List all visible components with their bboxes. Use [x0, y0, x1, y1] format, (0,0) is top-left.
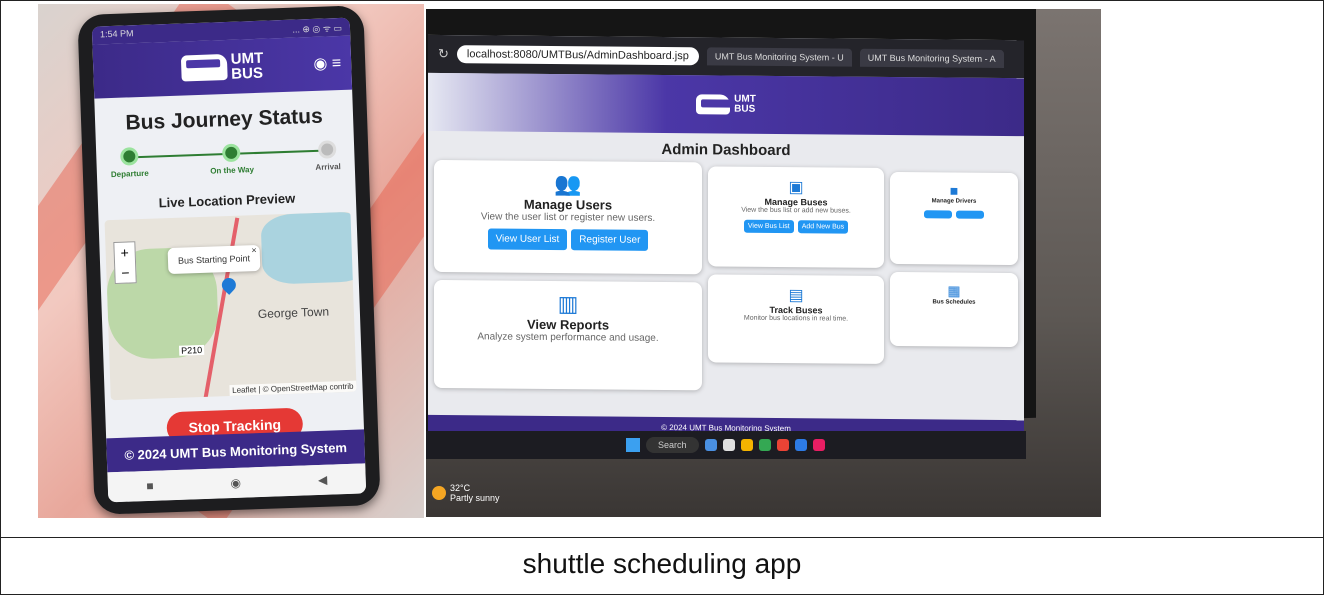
- taskbar-app-icon[interactable]: [794, 439, 807, 451]
- logo-text-bus: BUS: [230, 64, 264, 83]
- view-bus-list-button[interactable]: View Bus List: [743, 219, 794, 234]
- map-place-label: George Town: [257, 304, 330, 322]
- umt-bus-logo: UMT BUS: [696, 94, 756, 115]
- sun-icon: [432, 486, 446, 500]
- taskbar-app-icon[interactable]: [722, 439, 735, 451]
- dashboard-cards: 👥 Manage Users View the user list or reg…: [428, 159, 1024, 395]
- account-menu-icons[interactable]: ◉ ≡: [313, 53, 341, 74]
- home-icon[interactable]: ◉: [230, 476, 241, 490]
- live-location-map[interactable]: + − Bus Starting Point × George Town P21…: [104, 211, 357, 401]
- card-manage-drivers[interactable]: ■ Manage Drivers: [890, 171, 1018, 266]
- figure-caption: shuttle scheduling app: [522, 548, 802, 579]
- laptop-bezel: ↻ localhost:8080/UMTBus/AdminDashboard.j…: [426, 9, 1036, 441]
- arrival-icon: [318, 140, 337, 159]
- status-icons: ... ⊕ ◎ ᯤ ▭: [292, 22, 343, 35]
- admin-dashboard-title: Admin Dashboard: [661, 140, 791, 160]
- phone-device: 1:54 PM ... ⊕ ◎ ᯤ ▭ UMT BUS ◉ ≡ Bus Jour…: [77, 5, 381, 515]
- taskbar-search[interactable]: Search: [646, 437, 699, 453]
- view-user-list-button[interactable]: View User List: [487, 228, 568, 251]
- map-attribution[interactable]: Leaflet | © OpenStreetMap contrib: [228, 380, 357, 397]
- popup-text: Bus Starting Point: [177, 253, 251, 266]
- card-description: Monitor bus locations in real time.: [743, 314, 849, 323]
- step-label: Arrival: [315, 162, 341, 172]
- caption-divider: [1, 537, 1323, 538]
- windows-taskbar: Search: [426, 431, 1026, 459]
- card-manage-users[interactable]: 👥 Manage Users View the user list or reg…: [434, 159, 702, 275]
- laptop-screen: ↻ localhost:8080/UMTBus/AdminDashboard.j…: [428, 34, 1024, 441]
- phone-photo: 1:54 PM ... ⊕ ◎ ᯤ ▭ UMT BUS ◉ ≡ Bus Jour…: [38, 4, 424, 518]
- back-icon[interactable]: ◀: [318, 473, 328, 487]
- driver-icon: ■: [949, 182, 959, 199]
- card-action-button[interactable]: [956, 210, 984, 219]
- report-icon: ▥: [557, 291, 579, 317]
- bus-logo-icon: [696, 94, 731, 115]
- zoom-out-button[interactable]: −: [115, 262, 136, 283]
- recent-apps-icon[interactable]: ■: [146, 479, 154, 493]
- dashboard-header: UMT BUS: [428, 72, 1024, 137]
- journey-status-title: Bus Journey Status: [125, 104, 324, 135]
- step-arrival: Arrival: [315, 140, 341, 172]
- taskbar-app-icon[interactable]: [740, 439, 753, 451]
- reload-icon[interactable]: ↻: [438, 46, 449, 62]
- card-buttons: [890, 210, 1018, 219]
- step-departure: Departure: [110, 147, 149, 179]
- card-buttons: View User List Register User: [434, 228, 702, 251]
- card-title: Manage Drivers: [931, 198, 977, 205]
- bus-icon: [222, 143, 241, 163]
- browser-toolbar: ↻ localhost:8080/UMTBus/AdminDashboard.j…: [428, 34, 1024, 79]
- windows-start-icon[interactable]: [626, 438, 640, 452]
- weather-widget[interactable]: 32°C Partly sunny: [432, 483, 500, 503]
- card-track-buses[interactable]: ▤ Track Buses Monitor bus locations in r…: [708, 274, 884, 364]
- zoom-in-button[interactable]: +: [114, 242, 135, 263]
- weather-description: Partly sunny: [450, 493, 500, 503]
- card-buttons: View Bus List Add New Bus: [708, 219, 884, 234]
- umt-bus-logo: UMT BUS: [180, 50, 264, 84]
- browser-tab[interactable]: UMT Bus Monitoring System - A: [859, 48, 1004, 68]
- taskbar-app-icon[interactable]: [758, 439, 771, 451]
- card-manage-buses[interactable]: ▣ Manage Buses View the bus list or add …: [708, 166, 884, 268]
- taskbar-app-icon[interactable]: [704, 439, 717, 451]
- add-new-bus-button[interactable]: Add New Bus: [797, 220, 849, 234]
- map-water-area: [260, 211, 357, 285]
- status-time: 1:54 PM: [99, 28, 134, 40]
- live-location-title: Live Location Preview: [158, 190, 296, 211]
- step-label: Departure: [110, 168, 149, 180]
- bus-logo-icon: [180, 53, 228, 82]
- map-road-label: P210: [178, 344, 205, 356]
- laptop-photo: ↻ localhost:8080/UMTBus/AdminDashboard.j…: [426, 9, 1101, 517]
- weather-temperature: 32°C: [450, 483, 471, 493]
- card-description: View the user list or register new users…: [480, 211, 656, 224]
- users-icon: 👥: [554, 171, 582, 197]
- browser-tab[interactable]: UMT Bus Monitoring System - U: [706, 47, 852, 67]
- taskbar-app-icon[interactable]: [812, 439, 825, 451]
- map-icon: ▤: [788, 287, 804, 305]
- phone-screen: 1:54 PM ... ⊕ ◎ ᯤ ▭ UMT BUS ◉ ≡ Bus Jour…: [91, 17, 367, 503]
- journey-progress-steps: Departure On the Way Arrival: [110, 140, 341, 179]
- register-user-button[interactable]: Register User: [571, 229, 649, 251]
- card-view-reports[interactable]: ▥ View Reports Analyze system performanc…: [434, 279, 702, 391]
- card-title: Bus Schedules: [932, 299, 976, 306]
- step-label: On the Way: [210, 165, 255, 176]
- logo-text-bus: BUS: [734, 103, 756, 115]
- address-bar[interactable]: localhost:8080/UMTBus/AdminDashboard.jsp: [456, 45, 699, 66]
- taskbar-app-icon[interactable]: [776, 439, 789, 451]
- card-description: Analyze system performance and usage.: [477, 331, 659, 344]
- card-action-button[interactable]: [924, 210, 952, 219]
- card-description: View the bus list or add new buses.: [741, 206, 851, 215]
- step-on-the-way: On the Way: [209, 143, 254, 176]
- schedule-icon: ▦: [947, 282, 961, 299]
- popup-close-icon[interactable]: ×: [251, 245, 257, 255]
- map-zoom-control: + −: [113, 241, 137, 285]
- bus-icon: ▣: [788, 179, 804, 197]
- phone-app-header: UMT BUS ◉ ≡: [92, 35, 353, 99]
- card-bus-schedules[interactable]: ▦ Bus Schedules: [890, 271, 1018, 348]
- departure-icon: [119, 147, 139, 166]
- map-popup: Bus Starting Point ×: [167, 244, 261, 275]
